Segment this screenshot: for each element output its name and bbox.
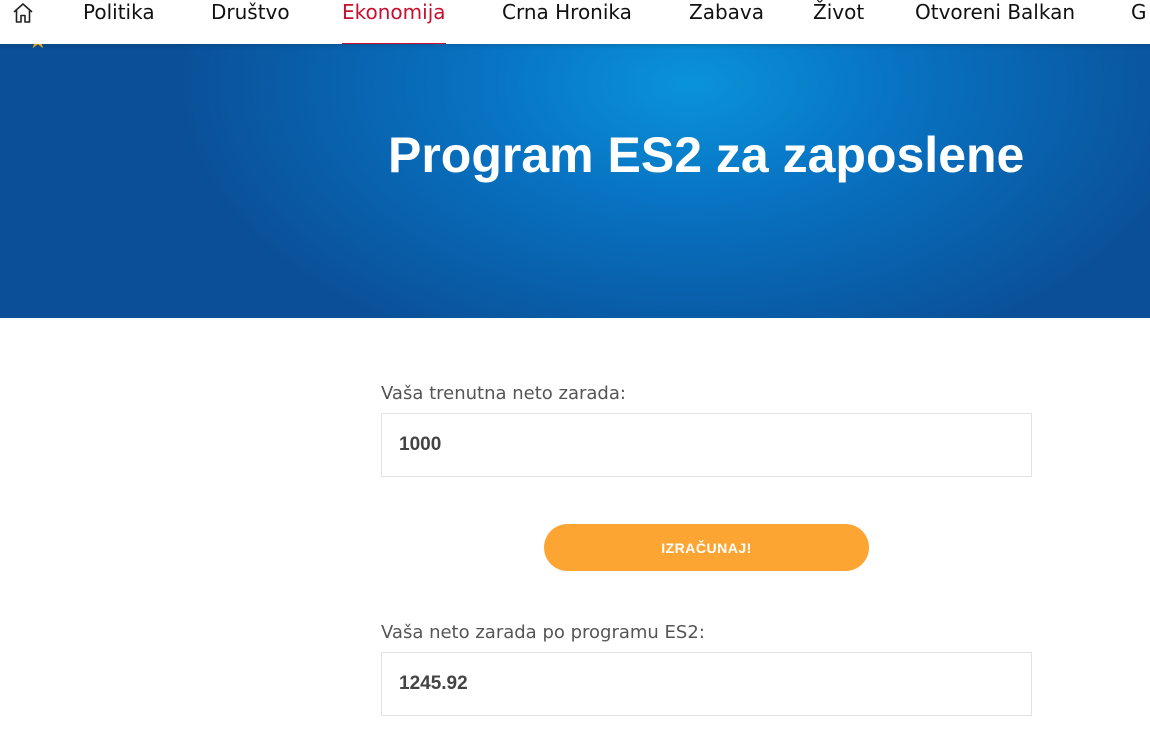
nav-item-ekonomija[interactable]: Ekonomija — [342, 0, 446, 44]
hero-banner: ★ Program ES2 za zaposlene — [0, 44, 1150, 318]
home-icon[interactable] — [11, 1, 35, 25]
result-salary-output[interactable] — [381, 652, 1032, 716]
nav-item-g[interactable]: G — [1131, 0, 1147, 44]
nav-item-zivot[interactable]: Život — [813, 0, 864, 44]
nav-item-crna-hronika[interactable]: Crna Hronika — [502, 0, 632, 44]
nav-item-otvoreni-balkan[interactable]: Otvoreni Balkan — [915, 0, 1075, 44]
logo-star-icon: ★ — [28, 44, 54, 52]
page-title: Program ES2 za zaposlene — [388, 127, 1025, 183]
top-navigation: Politika Društvo Ekonomija Crna Hronika … — [0, 0, 1150, 44]
nav-item-politika[interactable]: Politika — [83, 0, 155, 44]
site-navigation-cutoff: ★ — [0, 44, 1150, 54]
nav-item-zabava[interactable]: Zabava — [689, 0, 764, 44]
current-salary-label: Vaša trenutna neto zarada: — [381, 383, 626, 404]
current-salary-input[interactable] — [381, 413, 1032, 477]
calculate-button[interactable]: IZRAČUNAJ! — [544, 524, 869, 571]
nav-item-drustvo[interactable]: Društvo — [211, 0, 290, 44]
result-salary-label: Vaša neto zarada po programu ES2: — [381, 622, 705, 643]
